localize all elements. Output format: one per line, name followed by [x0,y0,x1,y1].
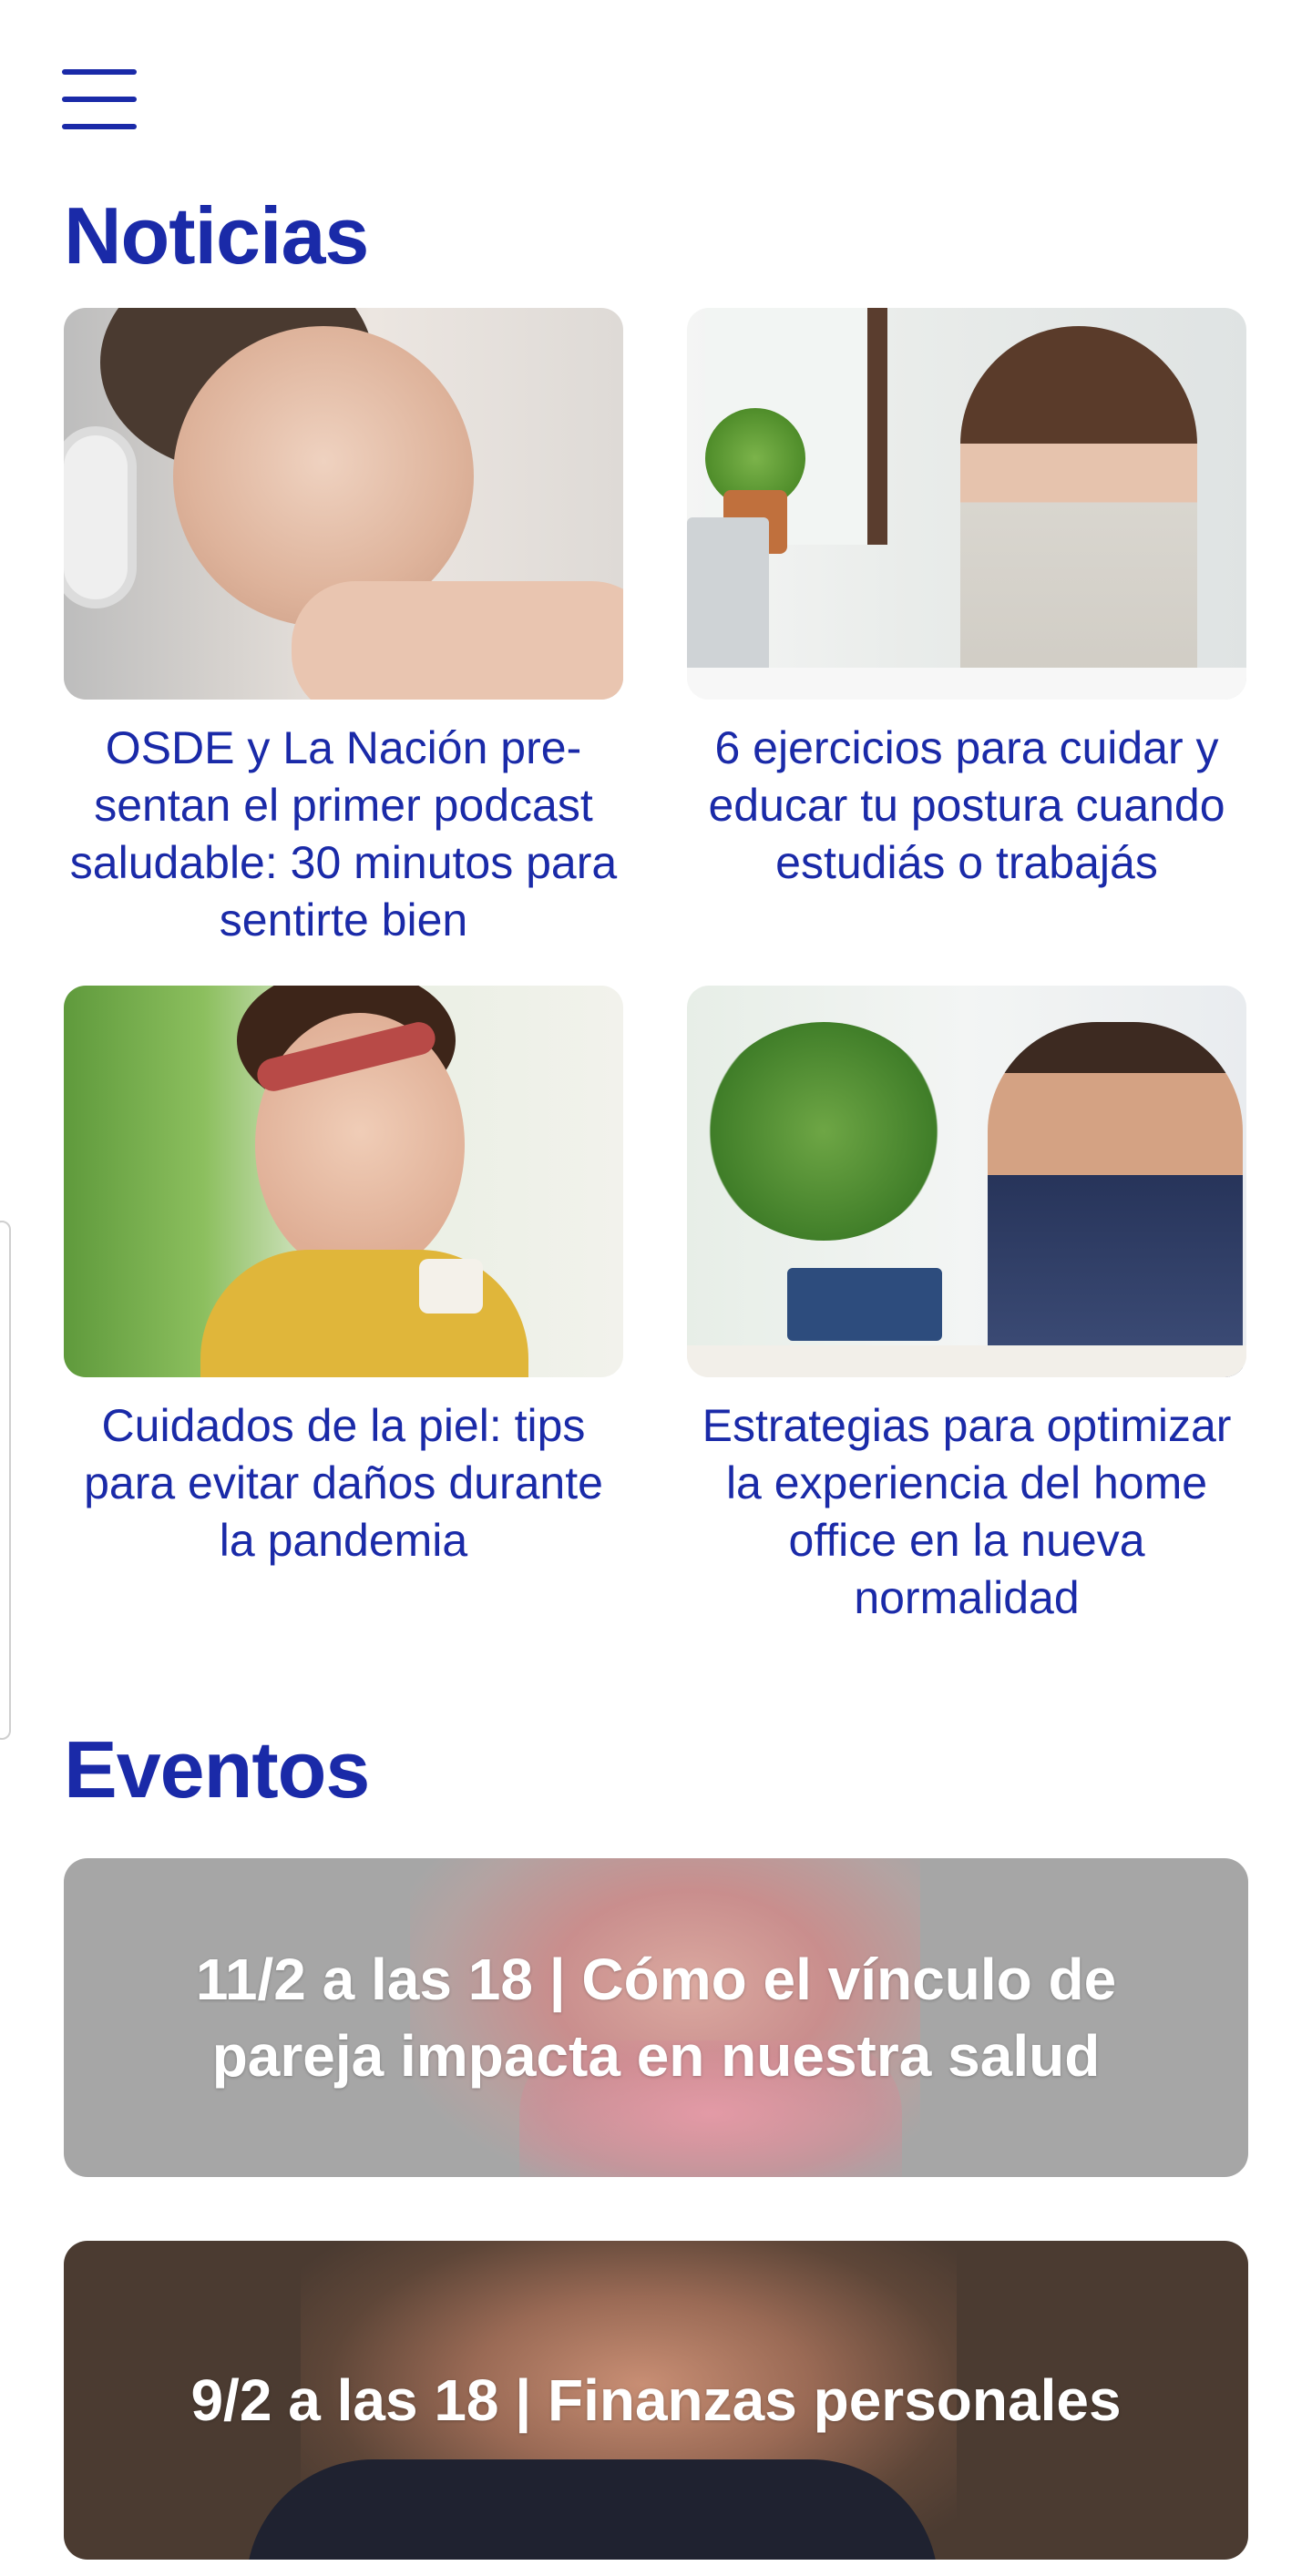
menu-line [62,69,137,75]
events-section-title: Eventos [64,1724,370,1814]
news-image-skincare [64,986,623,1377]
news-card-skincare[interactable]: Cuidados de la piel: tips para evitar da… [64,986,623,1569]
hamburger-menu-icon[interactable] [62,69,138,129]
event-title: 9/2 a las 18 | Finanzas personales [190,2367,1122,2433]
news-headline: Estrategias para optimizar la experienci… [702,1400,1232,1623]
news-section-title: Noticias [64,190,369,281]
news-card-podcast[interactable]: OSDE y La Nación pre-sentan el primer po… [64,308,623,949]
news-image-home-office [687,986,1246,1377]
menu-line [62,97,137,102]
news-card-home-office[interactable]: Estrategias para optimizar la experienci… [687,986,1246,1627]
news-card-posture[interactable]: 6 ejercicios para cuidar y educar tu pos… [687,308,1246,892]
event-card-personal-finance[interactable]: 9/2 a las 18 | Finanzas personales [64,2241,1248,2560]
news-image-posture [687,308,1246,700]
event-title: 11/2 a las 18 | Cómo el vínculo de parej… [195,1947,1117,2089]
side-drawer-handle[interactable] [0,1221,11,1740]
news-headline: OSDE y La Nación pre-sentan el primer po… [69,722,618,946]
event-image-detail [246,2459,938,2560]
menu-line [62,124,137,129]
event-card-couple-health[interactable]: 11/2 a las 18 | Cómo el vínculo de parej… [64,1858,1248,2177]
news-headline: Cuidados de la piel: tips para evitar da… [84,1400,603,1566]
news-headline: 6 ejercicios para cuidar y educar tu pos… [708,722,1225,888]
news-image-podcast [64,308,623,700]
